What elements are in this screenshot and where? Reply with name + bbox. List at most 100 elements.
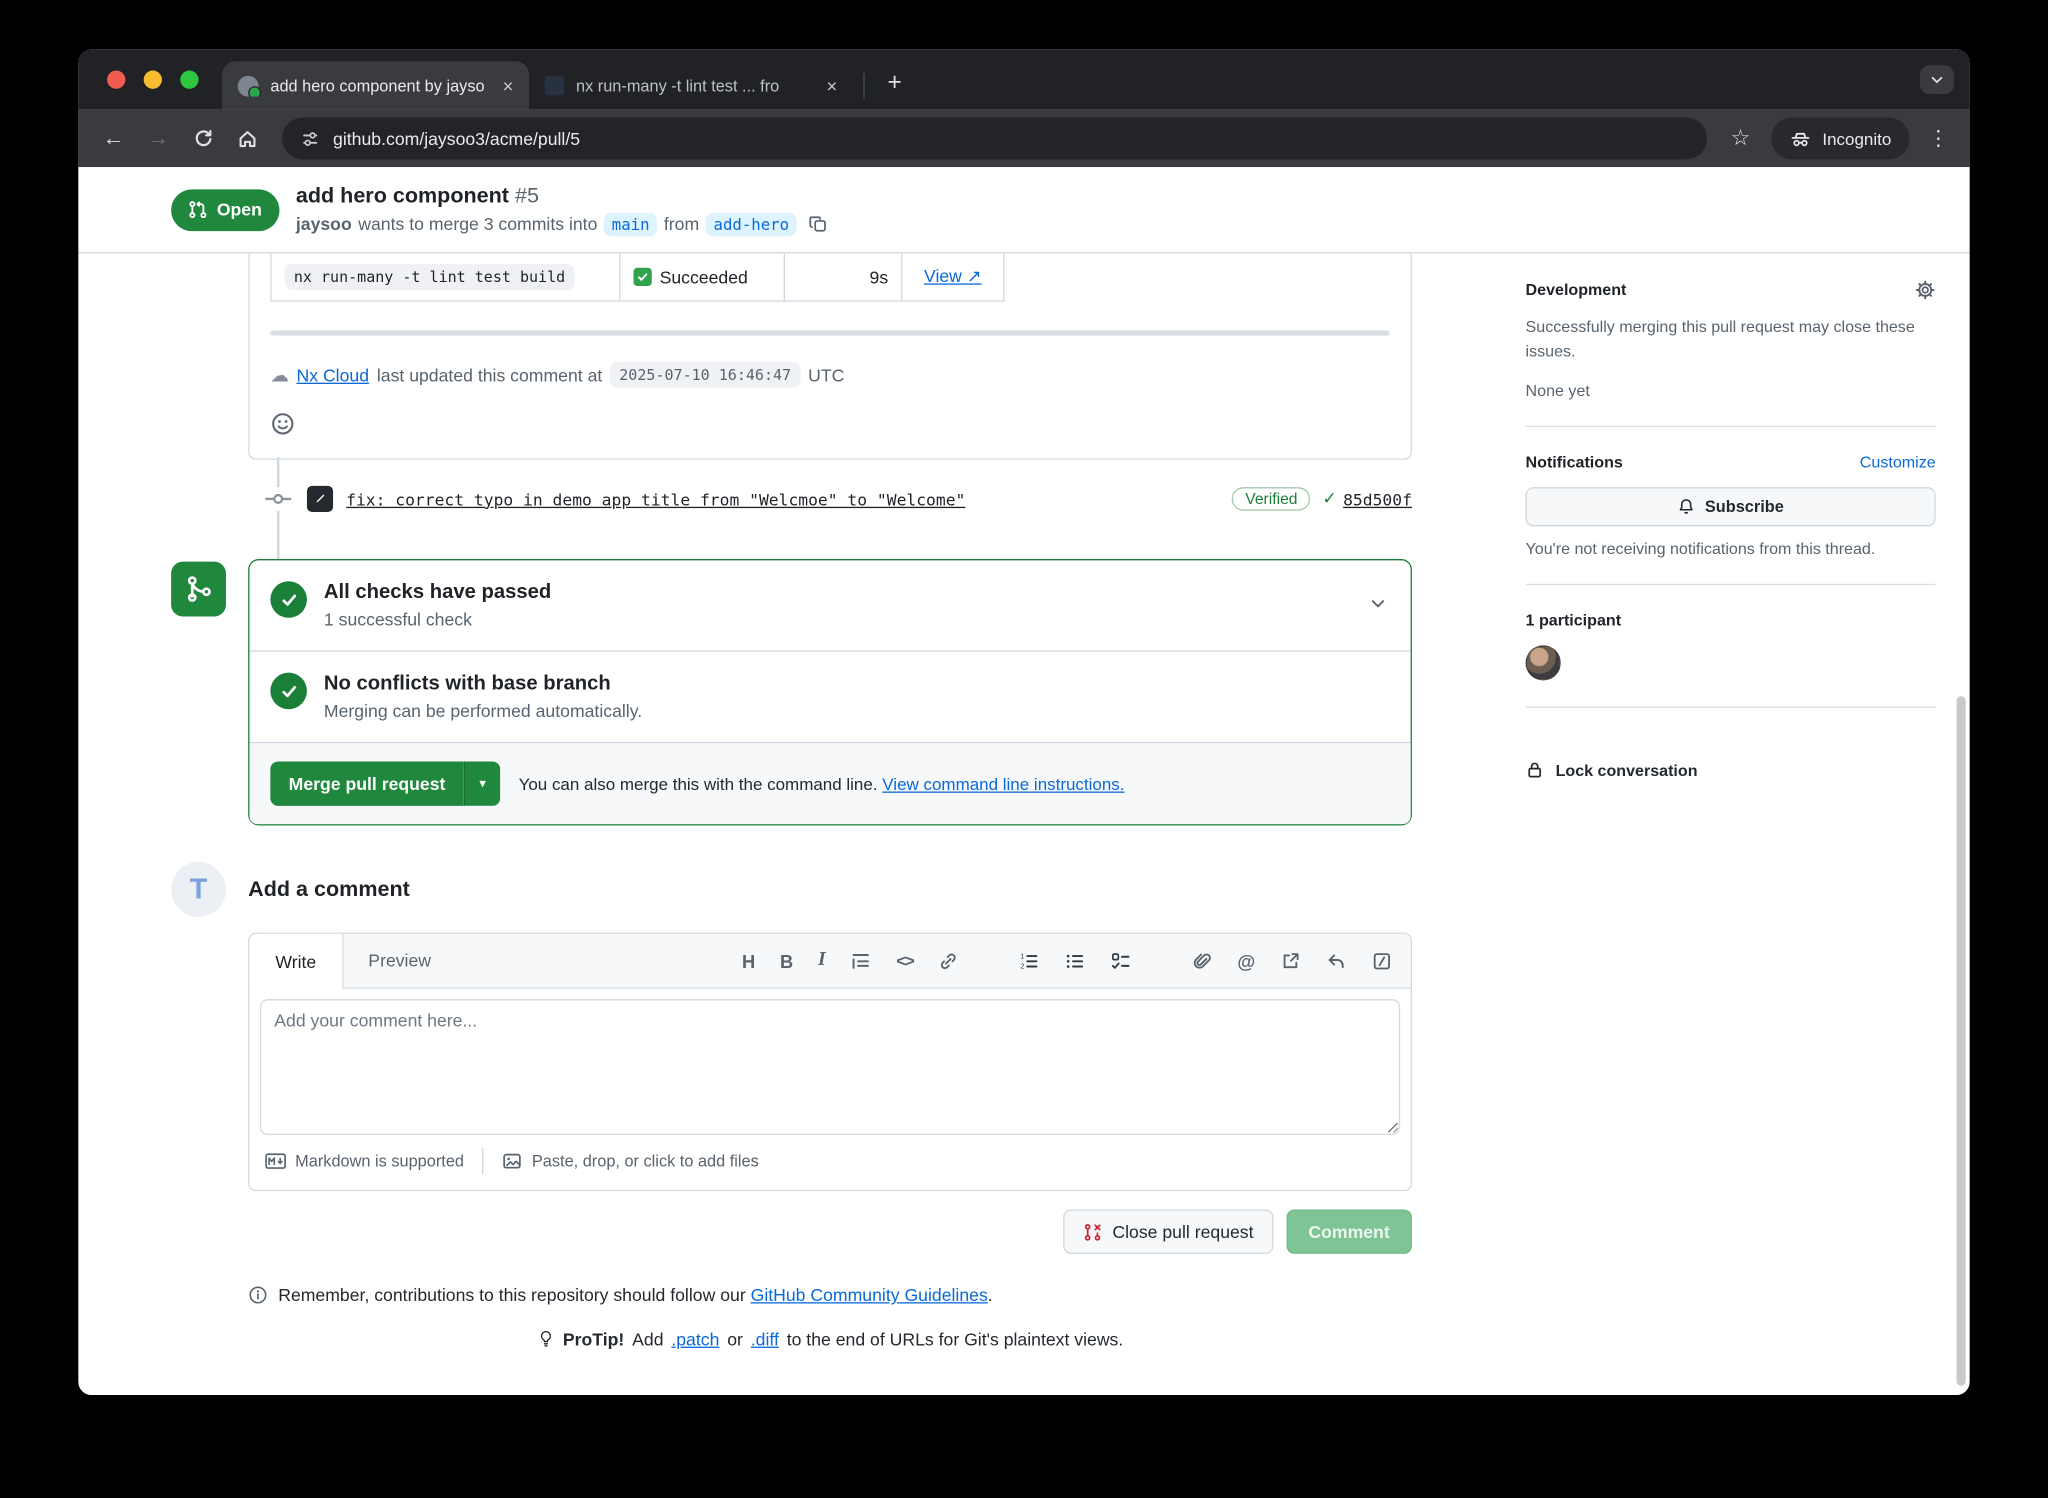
development-section: Development Successfully merging this pu… — [1526, 253, 1936, 427]
verified-badge[interactable]: Verified — [1232, 487, 1310, 511]
add-comment-title: Add a comment — [248, 877, 410, 902]
reload-button[interactable] — [183, 119, 222, 158]
notifications-section: Notifications Customize Subscribe You're… — [1526, 427, 1936, 585]
development-empty: None yet — [1526, 382, 1936, 400]
comment-form: Write Preview H B I <> 12 — [248, 933, 1412, 1192]
patch-link[interactable]: .patch — [671, 1329, 719, 1349]
cross-reference-icon[interactable] — [1280, 950, 1301, 971]
minimize-window-button[interactable] — [144, 71, 162, 89]
browser-menu-icon[interactable]: ⋮ — [1928, 125, 1949, 151]
guidelines-link[interactable]: GitHub Community Guidelines — [751, 1285, 988, 1305]
chevron-down-icon[interactable] — [1369, 594, 1387, 612]
cmdline-link[interactable]: View command line instructions. — [882, 774, 1124, 794]
checks-passed-section[interactable]: All checks have passed 1 successful chec… — [249, 560, 1410, 651]
pull-request-icon — [188, 200, 208, 220]
base-branch-chip[interactable]: main — [604, 212, 657, 236]
slash-command-icon[interactable] — [1371, 950, 1392, 971]
bold-icon[interactable]: B — [780, 950, 793, 971]
tab-preview[interactable]: Preview — [344, 934, 456, 988]
attach-file-icon[interactable] — [1192, 950, 1213, 971]
pr-author[interactable]: jaysoo — [296, 214, 352, 234]
main-column: nx run-many -t lint test build Succeeded… — [171, 253, 1412, 1349]
no-conflicts-section: No conflicts with base branch Merging ca… — [249, 652, 1410, 743]
url-bar[interactable]: github.com/jaysoo3/acme/pull/5 — [282, 118, 1707, 160]
commit-sha-link[interactable]: 85d500f — [1343, 489, 1412, 509]
unordered-list-icon[interactable] — [1065, 950, 1086, 971]
tab-search-button[interactable] — [1920, 65, 1954, 94]
task-list-icon[interactable] — [1111, 950, 1132, 971]
nx-favicon — [545, 76, 565, 96]
tab-write[interactable]: Write — [249, 934, 343, 989]
mention-icon[interactable]: @ — [1237, 950, 1255, 971]
new-tab-button[interactable]: + — [878, 67, 912, 101]
add-reaction-button[interactable] — [270, 409, 299, 438]
protip-note: ProTip! Add .patch or .diff to the end o… — [248, 1328, 1412, 1349]
bell-icon — [1677, 498, 1695, 516]
commit-message-link[interactable]: fix: correct typo in demo app title from… — [346, 489, 1214, 509]
reply-icon[interactable] — [1326, 950, 1347, 971]
close-tab-icon[interactable]: × — [824, 75, 840, 96]
diff-link[interactable]: .diff — [751, 1329, 779, 1349]
merge-options-caret[interactable]: ▾ — [464, 761, 501, 805]
check-status: Succeeded — [660, 267, 748, 287]
closed-pr-icon — [1082, 1222, 1102, 1242]
forward-button[interactable]: → — [138, 119, 177, 158]
pr-state-badge: Open — [171, 189, 279, 231]
code-icon[interactable]: <> — [896, 951, 913, 971]
add-comment-header: T Add a comment — [171, 862, 1412, 917]
heading-icon[interactable]: H — [742, 950, 755, 971]
merge-box: All checks have passed 1 successful chec… — [248, 559, 1412, 825]
back-button[interactable]: ← — [94, 119, 133, 158]
browser-tab-inactive[interactable]: nx run-many -t lint test ... fro × — [529, 61, 853, 109]
meta-text: last updated this comment at — [377, 365, 602, 385]
home-button[interactable] — [227, 119, 266, 158]
incognito-badge: Incognito — [1771, 118, 1909, 160]
protip-label: ProTip! — [563, 1329, 624, 1349]
customize-link[interactable]: Customize — [1860, 453, 1936, 471]
comment-input[interactable] — [260, 999, 1400, 1135]
home-icon — [236, 127, 258, 149]
close-tab-icon[interactable]: × — [500, 75, 516, 96]
lightbulb-icon — [537, 1328, 555, 1349]
merge-pull-request-button[interactable]: Merge pull request — [270, 761, 463, 805]
link-icon[interactable] — [938, 950, 959, 971]
markdown-divider — [270, 330, 1389, 335]
guidelines-text: Remember, contributions to this reposito… — [278, 1285, 745, 1305]
comment-actions: Close pull request Comment — [248, 1209, 1412, 1253]
comment-meta-line: ☁ Nx Cloud last updated this comment at … — [249, 362, 1410, 388]
subscribe-button[interactable]: Subscribe — [1526, 487, 1936, 526]
participant-avatar[interactable] — [1526, 645, 1561, 680]
checks-passed-title: All checks have passed — [324, 581, 551, 605]
lock-conversation-button[interactable]: Lock conversation — [1526, 734, 1936, 780]
window-controls — [78, 50, 222, 110]
browser-tab-active[interactable]: add hero component by jayso × — [222, 61, 529, 109]
check-view-cell: View ↗ — [903, 253, 1005, 301]
italic-icon[interactable]: I — [818, 950, 826, 972]
view-link[interactable]: View ↗ — [924, 266, 982, 287]
ordered-list-icon[interactable]: 12 — [1019, 950, 1040, 971]
site-info-icon[interactable] — [300, 129, 320, 149]
lock-section: Lock conversation — [1526, 708, 1936, 806]
head-branch-chip[interactable]: add-hero — [706, 212, 797, 236]
check-circle-icon — [270, 673, 307, 710]
quote-icon[interactable] — [850, 950, 871, 971]
paste-files-note[interactable]: Paste, drop, or click to add files — [502, 1151, 759, 1172]
close-window-button[interactable] — [107, 71, 125, 89]
bookmark-star-icon[interactable]: ☆ — [1731, 125, 1751, 151]
markdown-note[interactable]: Markdown is supported — [265, 1151, 464, 1172]
footer-divider — [482, 1148, 483, 1174]
nx-cloud-link[interactable]: Nx Cloud — [296, 365, 369, 385]
protip-post: to the end of URLs for Git's plaintext v… — [787, 1329, 1124, 1349]
git-merge-icon — [184, 575, 213, 604]
cloud-icon: ☁ — [270, 364, 288, 386]
zoom-window-button[interactable] — [180, 71, 198, 89]
merge-footer: Merge pull request ▾ You can also merge … — [249, 743, 1410, 824]
gear-icon[interactable] — [1915, 280, 1936, 301]
close-pull-request-button[interactable]: Close pull request — [1063, 1209, 1273, 1253]
no-conflicts-title: No conflicts with base branch — [324, 673, 642, 697]
page-scrollbar[interactable] — [1957, 696, 1966, 1386]
bot-avatar[interactable] — [307, 486, 333, 512]
comment-button[interactable]: Comment — [1286, 1209, 1412, 1253]
notifications-title: Notifications — [1526, 453, 1623, 471]
copy-icon[interactable] — [809, 214, 829, 234]
